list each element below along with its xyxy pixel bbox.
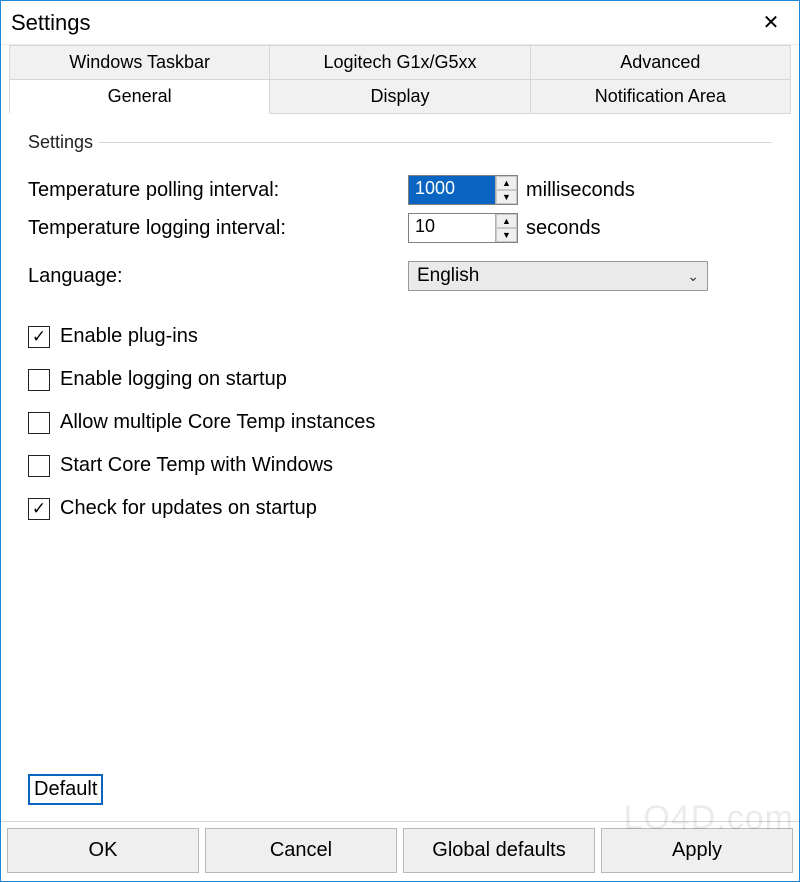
logging-value[interactable]: 10 — [409, 214, 495, 242]
checkbox-enable-plugins-label: Enable plug-ins — [60, 325, 198, 348]
tab-advanced[interactable]: Advanced — [531, 45, 791, 80]
close-button[interactable]: ✕ — [749, 6, 793, 40]
logging-label: Temperature logging interval: — [28, 217, 408, 240]
ok-button[interactable]: OK — [7, 828, 199, 873]
checkbox-enable-logging-label: Enable logging on startup — [60, 368, 287, 391]
apply-button[interactable]: Apply — [601, 828, 793, 873]
logging-spin-down[interactable]: ▼ — [496, 228, 517, 242]
checkbox-multi-instances-label: Allow multiple Core Temp instances — [60, 411, 375, 434]
settings-group-label: Settings — [28, 132, 772, 153]
checkbox-start-windows-row: ✓ Start Core Temp with Windows — [28, 444, 772, 487]
checkbox-check-updates[interactable]: ✓ — [28, 498, 50, 520]
checkbox-enable-plugins-row: ✓ Enable plug-ins — [28, 315, 772, 358]
checkbox-start-windows[interactable]: ✓ — [28, 455, 50, 477]
polling-label: Temperature polling interval: — [28, 179, 408, 202]
tab-notification-area[interactable]: Notification Area — [531, 80, 791, 114]
title-bar: Settings ✕ — [1, 1, 799, 45]
checkbox-check-updates-row: ✓ Check for updates on startup — [28, 487, 772, 530]
tab-general[interactable]: General — [9, 80, 270, 114]
triangle-up-icon: ▲ — [502, 217, 511, 226]
logging-spinner[interactable]: 10 ▲ ▼ — [408, 213, 518, 243]
window-title: Settings — [11, 10, 749, 36]
checkbox-multi-instances[interactable]: ✓ — [28, 412, 50, 434]
cancel-button[interactable]: Cancel — [205, 828, 397, 873]
checkbox-start-windows-label: Start Core Temp with Windows — [60, 454, 333, 477]
chevron-down-icon: ⌄ — [687, 268, 699, 285]
default-button[interactable]: Default — [28, 774, 103, 805]
polling-spin-down[interactable]: ▼ — [496, 190, 517, 204]
check-icon: ✓ — [32, 414, 46, 431]
check-icon: ✓ — [32, 328, 46, 345]
tab-logitech[interactable]: Logitech G1x/G5xx — [270, 45, 530, 80]
triangle-down-icon: ▼ — [502, 193, 511, 202]
logging-row: Temperature logging interval: 10 ▲ ▼ sec… — [28, 209, 772, 247]
logging-unit: seconds — [526, 217, 601, 240]
polling-spin-buttons: ▲ ▼ — [495, 176, 517, 204]
global-defaults-button[interactable]: Global defaults — [403, 828, 595, 873]
logging-spin-up[interactable]: ▲ — [496, 214, 517, 228]
polling-value[interactable]: 1000 — [409, 176, 495, 204]
general-panel: Settings Temperature polling interval: 1… — [9, 114, 791, 821]
polling-spin-up[interactable]: ▲ — [496, 176, 517, 190]
language-dropdown[interactable]: English ⌄ — [408, 261, 708, 291]
tab-windows-taskbar[interactable]: Windows Taskbar — [9, 45, 270, 80]
tab-row-top: Windows Taskbar Logitech G1x/G5xx Advanc… — [9, 45, 791, 80]
polling-unit: milliseconds — [526, 179, 635, 202]
checkbox-multi-instances-row: ✓ Allow multiple Core Temp instances — [28, 401, 772, 444]
tab-strip: Windows Taskbar Logitech G1x/G5xx Advanc… — [1, 45, 799, 114]
close-icon: ✕ — [763, 13, 780, 33]
tab-display[interactable]: Display — [270, 80, 530, 114]
logging-spin-buttons: ▲ ▼ — [495, 214, 517, 242]
checkbox-enable-plugins[interactable]: ✓ — [28, 326, 50, 348]
polling-row: Temperature polling interval: 1000 ▲ ▼ m… — [28, 171, 772, 209]
triangle-up-icon: ▲ — [502, 179, 511, 188]
checkbox-enable-logging[interactable]: ✓ — [28, 369, 50, 391]
language-label: Language: — [28, 265, 408, 288]
settings-window: Settings ✕ Windows Taskbar Logitech G1x/… — [0, 0, 800, 882]
language-row: Language: English ⌄ — [28, 257, 772, 295]
checkbox-check-updates-label: Check for updates on startup — [60, 497, 317, 520]
polling-spinner[interactable]: 1000 ▲ ▼ — [408, 175, 518, 205]
language-value: English — [417, 265, 479, 287]
check-icon: ✓ — [32, 500, 46, 517]
triangle-down-icon: ▼ — [502, 231, 511, 240]
tab-row-bottom: General Display Notification Area — [9, 80, 791, 114]
dialog-button-bar: OK Cancel Global defaults Apply — [1, 821, 799, 881]
check-icon: ✓ — [32, 371, 46, 388]
check-icon: ✓ — [32, 457, 46, 474]
checkbox-enable-logging-row: ✓ Enable logging on startup — [28, 358, 772, 401]
checkbox-list: ✓ Enable plug-ins ✓ Enable logging on st… — [28, 315, 772, 530]
